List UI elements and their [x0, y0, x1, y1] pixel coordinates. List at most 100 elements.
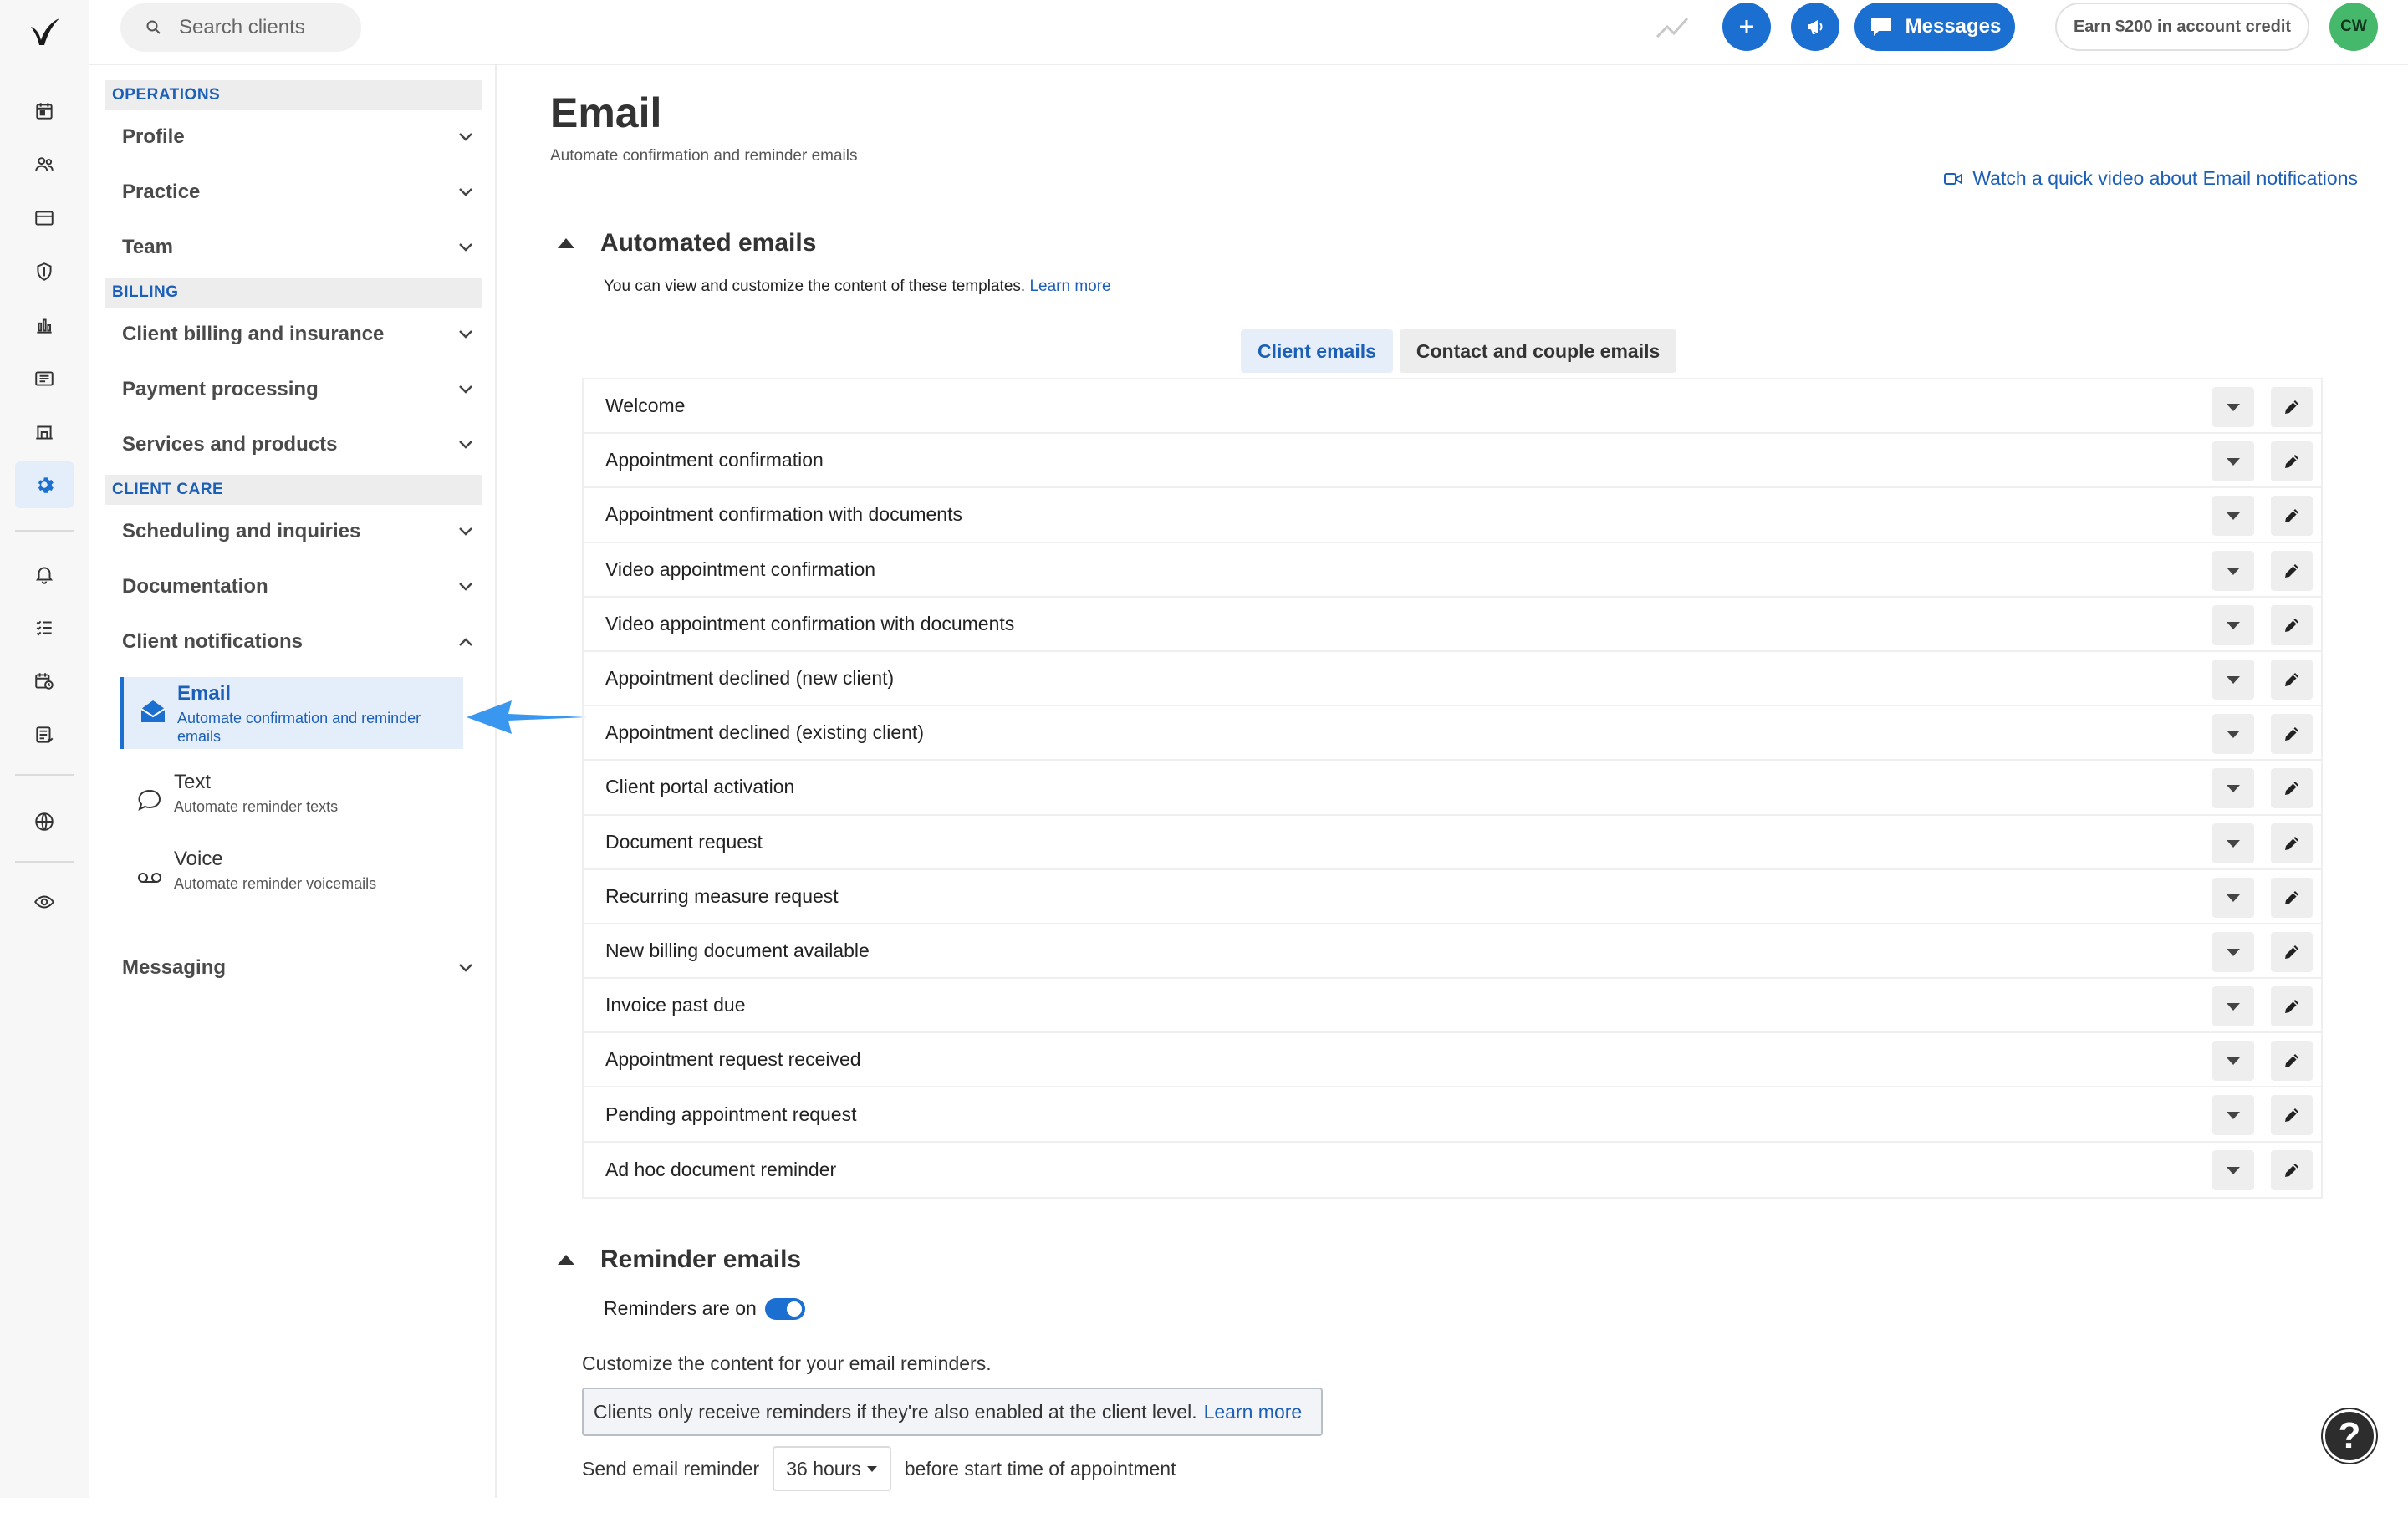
reminder-timing-select[interactable]: 36 hours [773, 1446, 891, 1491]
app-rail [0, 0, 89, 1498]
expand-button[interactable] [2212, 496, 2254, 537]
expand-button[interactable] [2212, 1041, 2254, 1082]
sidebar-item-services-products[interactable]: Services and products [105, 421, 482, 468]
analytics-icon[interactable] [27, 308, 62, 343]
insurance-shield-icon[interactable] [27, 254, 62, 289]
messages-button[interactable]: Messages [1854, 3, 2015, 51]
watch-video-link[interactable]: Watch a quick video about Email notifica… [1944, 167, 2358, 190]
reminders-toggle-switch[interactable] [764, 1297, 805, 1320]
email-template-name: Pending appointment request [605, 1103, 857, 1125]
sidebar-item-messaging[interactable]: Messaging [105, 945, 482, 991]
avatar[interactable]: CW [2329, 3, 2378, 51]
notes-list-icon[interactable] [27, 717, 62, 752]
tasks-checklist-icon[interactable] [27, 610, 62, 645]
edit-button[interactable] [2271, 441, 2313, 482]
expand-button[interactable] [2212, 768, 2254, 809]
edit-button[interactable] [2271, 387, 2313, 427]
pencil-icon [2285, 1108, 2298, 1123]
expand-button[interactable] [2212, 1149, 2254, 1190]
expand-button[interactable] [2212, 877, 2254, 918]
client-level-info-box: Clients only receive reminders if they'r… [582, 1388, 1323, 1436]
sidebar-item-team[interactable]: Team [105, 224, 482, 271]
sub-item-voice[interactable]: Voice Automate reminder voicemails [120, 843, 450, 893]
edit-button[interactable] [2271, 1149, 2313, 1190]
tab-client-emails[interactable]: Client emails [1241, 329, 1393, 373]
edit-button[interactable] [2271, 877, 2313, 918]
clients-icon[interactable] [27, 147, 62, 182]
edit-button[interactable] [2271, 1095, 2313, 1136]
email-template-name: Appointment confirmation with documents [605, 503, 962, 526]
sidebar-item-practice[interactable]: Practice [105, 169, 482, 216]
chevron-down-icon [459, 385, 472, 394]
automated-emails-toggle[interactable]: Automated emails [557, 229, 816, 257]
tab-contact-couple-emails[interactable]: Contact and couple emails [1399, 329, 1677, 373]
edit-button[interactable] [2271, 768, 2313, 809]
expand-button[interactable] [2212, 823, 2254, 863]
email-template-name: New billing document available [605, 939, 870, 961]
email-template-row: New billing document available [584, 924, 2321, 980]
trend-chart-icon[interactable] [1656, 12, 1689, 42]
expand-button[interactable] [2212, 986, 2254, 1027]
add-button[interactable] [1722, 3, 1771, 51]
sidebar-item-client-billing[interactable]: Client billing and insurance [105, 311, 482, 358]
edit-button[interactable] [2271, 604, 2313, 645]
pencil-icon [2285, 618, 2298, 632]
billing-card-icon[interactable] [27, 201, 62, 236]
expand-button[interactable] [2212, 441, 2254, 482]
sidebar-item-scheduling[interactable]: Scheduling and inquiries [105, 508, 482, 555]
expand-button[interactable] [2212, 550, 2254, 591]
email-tabs: Client emails Contact and couple emails [1241, 329, 1677, 373]
edit-button[interactable] [2271, 550, 2313, 591]
sidebar-item-label: Team [122, 236, 173, 258]
eye-preview-icon[interactable] [27, 884, 62, 919]
info-learn-more-link[interactable]: Learn more [1204, 1401, 1303, 1424]
notifications-bell-icon[interactable] [27, 557, 62, 592]
brand-logo-icon[interactable] [28, 15, 61, 48]
sidebar-item-profile[interactable]: Profile [105, 114, 482, 160]
app-window: Search clients Messages Earn $200 in acc… [0, 0, 2408, 1528]
email-template-name: Appointment declined (existing client) [605, 721, 924, 744]
expand-button[interactable] [2212, 1095, 2254, 1136]
globe-icon[interactable] [27, 804, 62, 839]
search-input[interactable]: Search clients [120, 3, 361, 52]
caret-down-icon [2227, 512, 2240, 521]
reminder-emails-toggle[interactable]: Reminder emails [557, 1245, 801, 1274]
edit-button[interactable] [2271, 659, 2313, 700]
edit-button[interactable] [2271, 823, 2313, 863]
chevron-down-icon [459, 188, 472, 196]
expand-button[interactable] [2212, 604, 2254, 645]
calendar-clock-icon[interactable] [27, 664, 62, 699]
expand-button[interactable] [2212, 387, 2254, 427]
video-camera-icon [1944, 172, 1963, 185]
sub-item-text[interactable]: Text Automate reminder texts [120, 766, 450, 816]
email-template-row: Pending appointment request [584, 1087, 2321, 1143]
reminders-toggle-row: Reminders are on [604, 1297, 805, 1320]
announcements-button[interactable] [1791, 3, 1839, 51]
learn-more-link[interactable]: Learn more [1029, 278, 1110, 295]
expand-button[interactable] [2212, 714, 2254, 755]
sub-item-email[interactable]: Email Automate confirmation and reminder… [120, 677, 463, 749]
settings-gear-icon[interactable] [15, 461, 74, 508]
edit-button[interactable] [2271, 931, 2313, 972]
calendar-icon[interactable] [27, 94, 62, 129]
help-button[interactable]: ? [2323, 1409, 2376, 1463]
sub-item-title: Email [177, 682, 232, 705]
sidebar-item-payment-processing[interactable]: Payment processing [105, 366, 482, 413]
edit-button[interactable] [2271, 496, 2313, 537]
expand-button[interactable] [2212, 931, 2254, 972]
edit-button[interactable] [2271, 714, 2313, 755]
sidebar-item-client-notifications[interactable]: Client notifications [105, 619, 482, 665]
edit-button[interactable] [2271, 986, 2313, 1027]
expand-button[interactable] [2212, 659, 2254, 700]
edit-button[interactable] [2271, 1041, 2313, 1082]
send-suffix: before start time of appointment [904, 1457, 1176, 1480]
activity-feed-icon[interactable] [27, 361, 62, 396]
send-prefix: Send email reminder [582, 1457, 760, 1480]
email-template-name: Ad hoc document reminder [605, 1158, 837, 1180]
chevron-down-icon [459, 583, 472, 591]
marketplace-icon[interactable] [27, 415, 62, 450]
earn-credit-button[interactable]: Earn $200 in account credit [2055, 3, 2309, 51]
info-text: Clients only receive reminders if they'r… [594, 1400, 1197, 1423]
email-template-row: Video appointment confirmation [584, 543, 2321, 598]
sidebar-item-documentation[interactable]: Documentation [105, 563, 482, 610]
